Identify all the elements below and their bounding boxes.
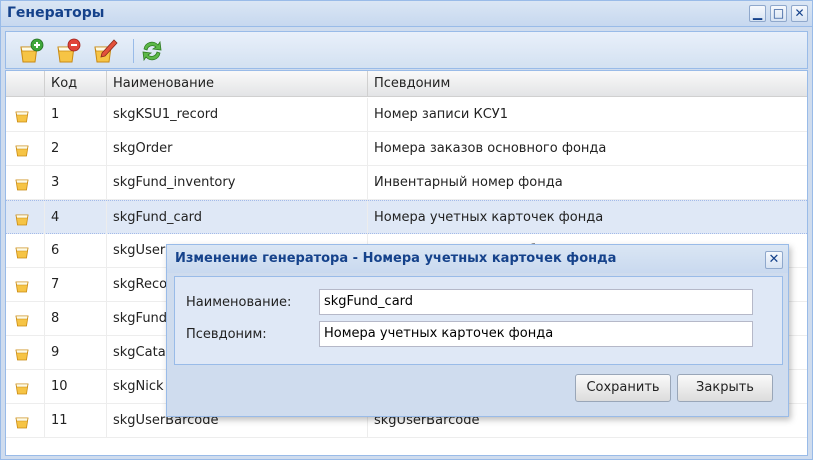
close-icon[interactable]: ✕ — [791, 5, 808, 22]
header-name[interactable]: Наименование — [107, 71, 368, 97]
generator-icon — [15, 383, 29, 395]
generator-icon — [15, 349, 29, 361]
name-input[interactable]: skgFund_card — [319, 289, 753, 315]
cell-code: 1 — [45, 98, 107, 132]
minimize-icon[interactable]: ▁ — [749, 5, 766, 22]
row-icon-cell — [6, 268, 45, 302]
header-code[interactable]: Код — [45, 71, 107, 97]
cell-code: 10 — [45, 370, 107, 404]
generator-icon — [15, 417, 29, 429]
edit-generator-button[interactable] — [90, 37, 118, 65]
cell-code: 3 — [45, 166, 107, 200]
alias-input[interactable]: Номера учетных карточек фонда — [319, 321, 753, 347]
row-icon-cell — [6, 166, 45, 200]
cell-code: 11 — [45, 404, 107, 438]
alias-label: Псевдоним: — [186, 327, 267, 342]
window-title-bar[interactable]: Генераторы ▁ □ ✕ — [1, 1, 812, 27]
delete-generator-button[interactable] — [53, 37, 81, 65]
cell-name: skgFund_card — [107, 201, 368, 235]
row-icon-cell — [6, 336, 45, 370]
cell-name: skgFund_inventory — [107, 166, 368, 200]
cell-code: 4 — [45, 201, 107, 235]
dialog-form: Наименование: skgFund_card Псевдоним: Но… — [174, 276, 783, 365]
refresh-button[interactable] — [138, 37, 166, 65]
table-row[interactable]: 4 skgFund_card Номера учетных карточек фон… — [6, 200, 807, 235]
generator-icon — [15, 179, 29, 191]
row-icon-cell — [6, 132, 45, 166]
generator-icon — [15, 214, 29, 226]
table-row[interactable]: 3 skgFund_inventory Инвентарный номер фонд… — [6, 166, 807, 200]
cell-code: 8 — [45, 302, 107, 336]
maximize-icon[interactable]: □ — [770, 5, 787, 22]
cell-code: 7 — [45, 268, 107, 302]
window-title: Генераторы — [7, 5, 105, 21]
row-icon-cell — [6, 201, 45, 235]
dialog-title-bar[interactable]: Изменение генератора - Номера учетных ка… — [167, 245, 788, 273]
generator-icon — [15, 247, 29, 259]
add-generator-button[interactable] — [16, 37, 44, 65]
name-label: Наименование: — [186, 295, 292, 310]
table-row[interactable]: 1 skgKSU1_record Номер записи КСУ1 — [6, 98, 807, 132]
toolbar-separator — [133, 39, 134, 63]
cell-name: skgOrder — [107, 132, 368, 166]
cell-alias: Номер записи КСУ1 — [374, 107, 508, 122]
header-icon-column — [6, 71, 45, 97]
close-icon[interactable]: ✕ — [765, 251, 783, 269]
cell-code: 2 — [45, 132, 107, 166]
grid-header: Код Наименование Псевдоним — [6, 71, 807, 97]
close-button[interactable]: Закрыть — [677, 374, 773, 402]
toolbar — [5, 31, 808, 69]
save-button[interactable]: Сохранить — [575, 374, 671, 402]
cell-code: 9 — [45, 336, 107, 370]
dialog-title: Изменение генератора - Номера учетных ка… — [175, 251, 617, 266]
generator-icon — [15, 111, 29, 123]
generator-icon — [15, 315, 29, 327]
header-alias[interactable]: Псевдоним — [368, 71, 807, 97]
cell-name: skgKSU1_record — [107, 98, 368, 132]
generator-icon — [15, 281, 29, 293]
refresh-icon — [143, 40, 162, 51]
row-icon-cell — [6, 98, 45, 132]
cell-code: 6 — [45, 234, 107, 268]
cell-alias: Инвентарный номер фонда — [374, 175, 563, 190]
row-icon-cell — [6, 404, 45, 438]
row-icon-cell — [6, 370, 45, 404]
cell-alias: Номера учетных карточек фонда — [374, 210, 604, 225]
generator-icon — [15, 145, 29, 157]
row-icon-cell — [6, 302, 45, 336]
cell-alias: Номера заказов основного фонда — [374, 141, 607, 156]
table-row[interactable]: 2 skgOrder Номера заказов основного фонда — [6, 132, 807, 166]
row-icon-cell — [6, 234, 45, 268]
edit-generator-dialog: Изменение генератора - Номера учетных ка… — [166, 244, 789, 417]
